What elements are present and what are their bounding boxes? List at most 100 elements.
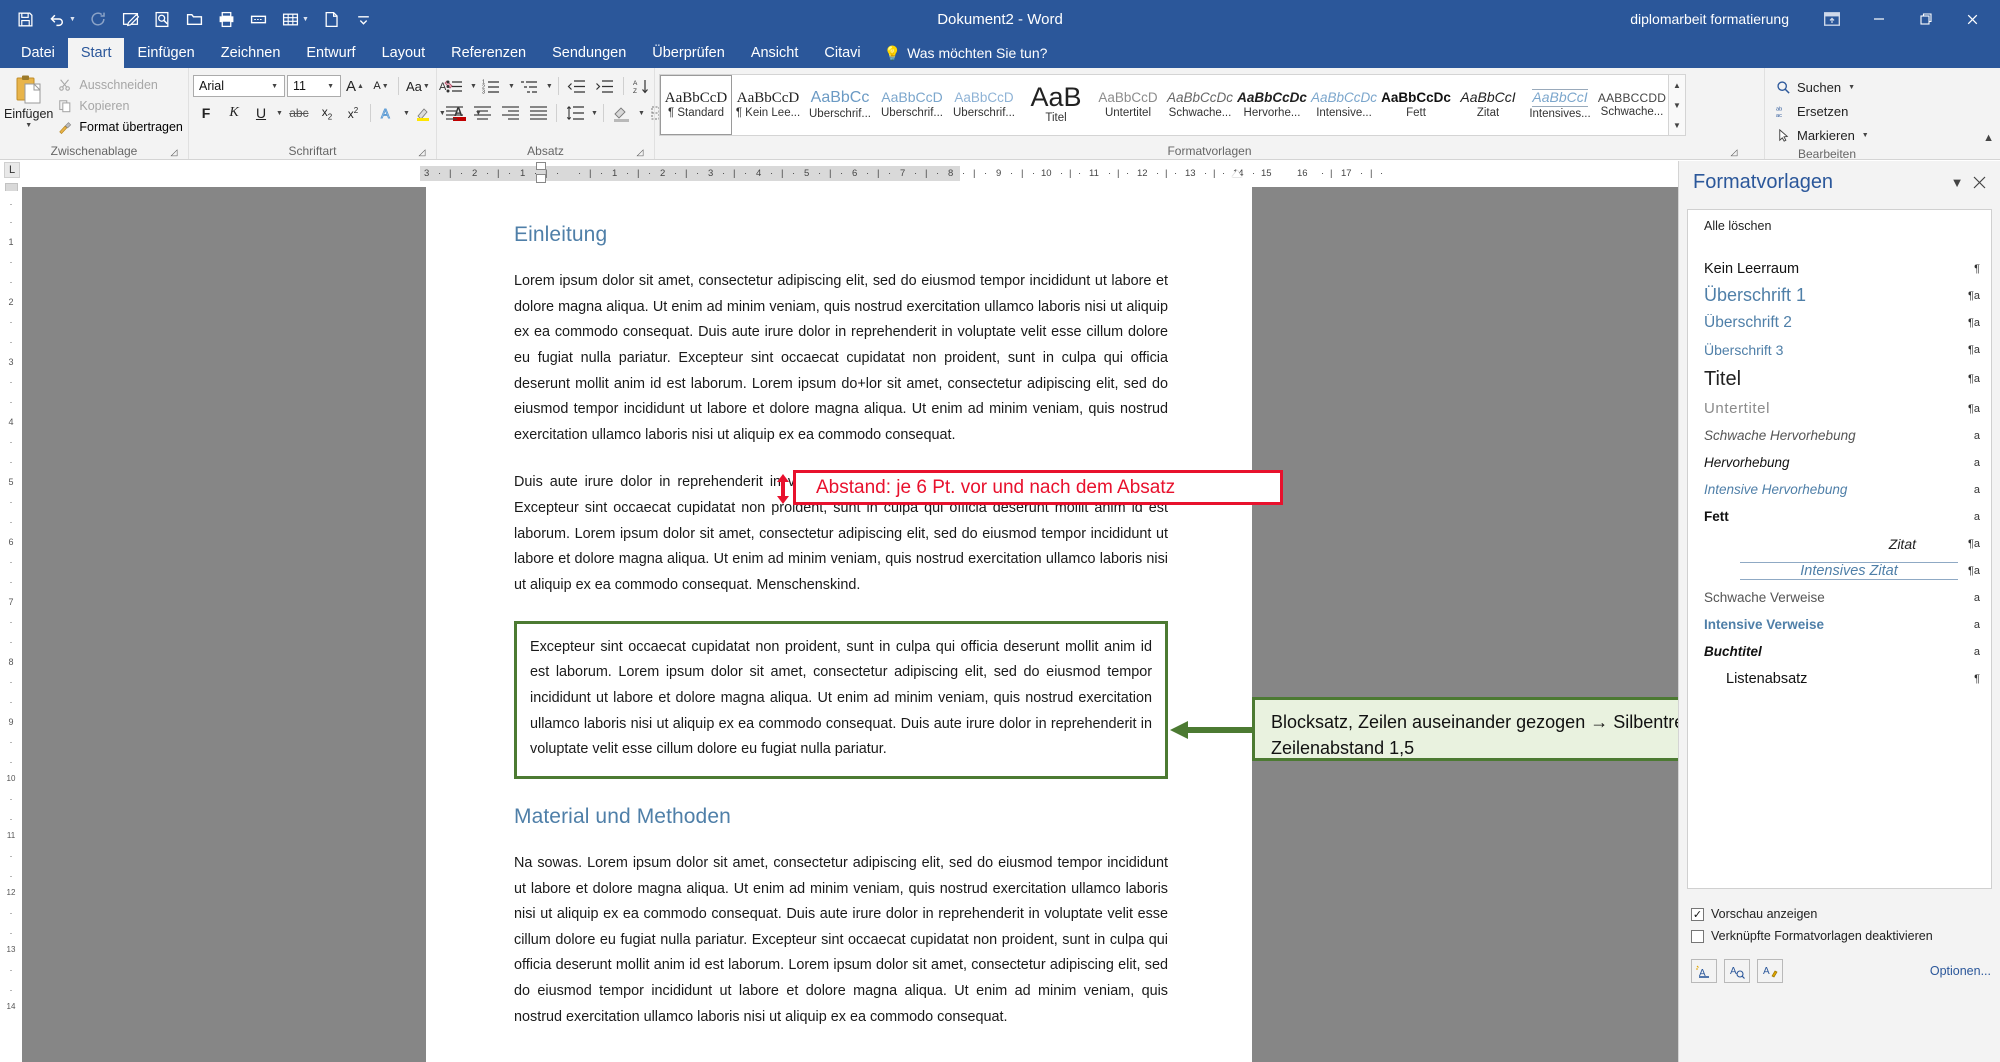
bullets-button[interactable]: [441, 74, 467, 98]
multilevel-caret-icon[interactable]: ▼: [546, 83, 553, 90]
italic-button[interactable]: K: [221, 101, 247, 125]
bold-button[interactable]: F: [193, 101, 219, 125]
text-effects-caret-icon[interactable]: ▼: [403, 110, 410, 117]
shading-caret-icon[interactable]: ▼: [638, 110, 645, 117]
underline-caret-icon[interactable]: ▼: [276, 110, 283, 117]
increase-indent-button[interactable]: [592, 74, 618, 98]
open-folder-icon[interactable]: [179, 5, 209, 33]
tab-zeichnen[interactable]: Zeichnen: [208, 38, 294, 68]
select-button[interactable]: Markieren ▼: [1769, 123, 1875, 147]
numbering-button[interactable]: 123: [479, 74, 505, 98]
find-caret-icon[interactable]: ▼: [1848, 84, 1855, 91]
change-case-button[interactable]: Aa ▼: [404, 74, 432, 98]
tell-me-box[interactable]: 💡 Was möchten Sie tun?: [874, 38, 1058, 68]
heading-material-und-methoden[interactable]: Material und Methoden: [514, 805, 1168, 829]
close-button[interactable]: [1949, 0, 1996, 38]
ribbon-tabs[interactable]: Datei Start Einfügen Zeichnen Entwurf La…: [0, 38, 2000, 68]
manage-styles-icon[interactable]: A: [1757, 959, 1783, 983]
gallery-item-fett[interactable]: AaBbCcDc Fett: [1380, 75, 1452, 135]
tab-citavi[interactable]: Citavi: [811, 38, 873, 68]
tab-stop-selector[interactable]: L: [4, 162, 20, 178]
style-item-hervorhebung[interactable]: Hervorhebung a: [1688, 449, 1991, 476]
gallery-item-hervorhebung[interactable]: AaBbCcDc Hervorhe...: [1236, 75, 1308, 135]
tab-ansicht[interactable]: Ansicht: [738, 38, 812, 68]
align-left-button[interactable]: [441, 101, 467, 125]
hanging-indent-marker[interactable]: [536, 174, 546, 183]
account-name[interactable]: diplomarbeit formatierung: [1630, 11, 1809, 27]
align-right-button[interactable]: [497, 101, 523, 125]
gallery-item-titel[interactable]: AaB Titel: [1020, 75, 1092, 135]
edit-mode-icon[interactable]: [115, 5, 145, 33]
restore-button[interactable]: [1902, 0, 1949, 38]
chevron-down-icon[interactable]: ▼: [267, 83, 282, 90]
style-item-ueberschrift-1[interactable]: Überschrift 1 ¶a: [1688, 282, 1991, 309]
gallery-item-zitat[interactable]: AaBbCcI Zitat: [1452, 75, 1524, 135]
tab-entwurf[interactable]: Entwurf: [293, 38, 368, 68]
styles-list[interactable]: Alle löschen Kein Leerraum ¶ Überschrift…: [1687, 209, 1992, 889]
tab-ueberpruefen[interactable]: Überprüfen: [639, 38, 738, 68]
gallery-item-schwacher-verweis[interactable]: AABBCCDD Schwache...: [1596, 75, 1668, 135]
page-content[interactable]: Einleitung Lorem ipsum dolor sit amet, c…: [514, 223, 1168, 1030]
minimize-button[interactable]: [1855, 0, 1902, 38]
multilevel-list-button[interactable]: [517, 74, 543, 98]
bullets-caret-icon[interactable]: ▼: [470, 83, 477, 90]
right-indent-marker[interactable]: [1232, 170, 1242, 177]
find-button[interactable]: Suchen ▼: [1769, 75, 1861, 99]
grow-font-button[interactable]: A ▲: [343, 74, 367, 98]
gallery-item-intensive-hervorhebung[interactable]: AaBbCcDc Intensive...: [1308, 75, 1380, 135]
styles-gallery-scrollbar[interactable]: ▲ ▼ ▼: [1668, 75, 1685, 135]
vertical-ruler[interactable]: L · · 1 · · 2 · · 3 · · 4 · · 5 · · 6 · …: [0, 161, 22, 1062]
paragraph-1[interactable]: Lorem ipsum dolor sit amet, consectetur …: [514, 269, 1168, 448]
styles-task-pane[interactable]: Formatvorlagen ▼ Alle löschen Kein Leerr…: [1678, 161, 2000, 1062]
paste-caret-icon[interactable]: ▼: [25, 122, 32, 129]
first-line-indent-marker[interactable]: [536, 162, 546, 170]
style-item-buchtitel[interactable]: Buchtitel a: [1688, 638, 1991, 665]
sort-button[interactable]: AZ: [629, 74, 655, 98]
numbering-caret-icon[interactable]: ▼: [508, 83, 515, 90]
shrink-font-button[interactable]: A ▼: [369, 74, 393, 98]
style-item-zitat[interactable]: Zitat ¶a: [1688, 530, 1991, 557]
styles-pane-tools[interactable]: A A A Optionen...: [1691, 959, 1991, 983]
style-item-listenabsatz[interactable]: Listenabsatz ¶: [1688, 665, 1991, 692]
tab-einfuegen[interactable]: Einfügen: [124, 38, 207, 68]
show-preview-checkbox-row[interactable]: ✓ Vorschau anzeigen: [1691, 903, 1991, 925]
ribbon-display-options-icon[interactable]: [1809, 0, 1855, 38]
clipboard-dialog-launcher[interactable]: ◿: [168, 146, 180, 158]
gallery-item-intensives-zitat[interactable]: AaBbCcI Intensives...: [1524, 75, 1596, 135]
heading-einleitung[interactable]: Einleitung: [514, 223, 1168, 247]
document-workspace[interactable]: Einleitung Lorem ipsum dolor sit amet, c…: [22, 187, 1678, 1062]
undo-dropdown-caret[interactable]: ▼: [69, 16, 81, 23]
disable-linked-styles-checkbox[interactable]: [1691, 929, 1704, 943]
font-dialog-launcher[interactable]: ◿: [416, 146, 428, 158]
print-icon[interactable]: [211, 5, 241, 33]
show-preview-checkbox[interactable]: ✓: [1691, 907, 1704, 921]
gallery-item-ueberschrift-1[interactable]: AaBbCc Überschrif...: [804, 75, 876, 135]
format-painter-button[interactable]: Format übertragen: [53, 117, 187, 137]
superscript-button[interactable]: x2: [341, 101, 365, 125]
font-size-combo[interactable]: 11 ▼: [287, 75, 341, 97]
style-item-kein-leerraum[interactable]: Kein Leerraum ¶: [1688, 255, 1991, 282]
undo-icon[interactable]: [42, 5, 72, 33]
gallery-item-standard[interactable]: AaBbCcD ¶ Standard: [660, 75, 732, 135]
print-preview-icon[interactable]: [147, 5, 177, 33]
document-page[interactable]: Einleitung Lorem ipsum dolor sit amet, c…: [426, 187, 1252, 1062]
collapse-ribbon-icon[interactable]: ▲: [1983, 132, 1994, 144]
style-inspector-icon[interactable]: A: [1724, 959, 1750, 983]
style-item-schwache-hervorhebung[interactable]: Schwache Hervorhebung a: [1688, 422, 1991, 449]
style-item-schwache-verweise[interactable]: Schwache Verweise a: [1688, 584, 1991, 611]
style-item-intensive-verweise[interactable]: Intensive Verweise a: [1688, 611, 1991, 638]
line-spacing-caret-icon[interactable]: ▼: [591, 110, 598, 117]
cut-button[interactable]: Ausschneiden: [53, 75, 187, 95]
table-dropdown-caret[interactable]: ▼: [302, 16, 314, 23]
tab-layout[interactable]: Layout: [369, 38, 439, 68]
copy-button[interactable]: Kopieren: [53, 96, 187, 116]
close-icon[interactable]: [1968, 171, 1990, 193]
style-item-intensive-hervorhebung[interactable]: Intensive Hervorhebung a: [1688, 476, 1991, 503]
chevron-down-icon[interactable]: ▼: [1946, 171, 1968, 193]
underline-button[interactable]: U: [249, 101, 273, 125]
decrease-indent-button[interactable]: [564, 74, 590, 98]
paragraph-dialog-launcher[interactable]: ◿: [634, 146, 646, 158]
save-icon[interactable]: [10, 5, 40, 33]
tab-start[interactable]: Start: [67, 38, 125, 68]
gallery-item-untertitel[interactable]: AaBbCcD Untertitel: [1092, 75, 1164, 135]
